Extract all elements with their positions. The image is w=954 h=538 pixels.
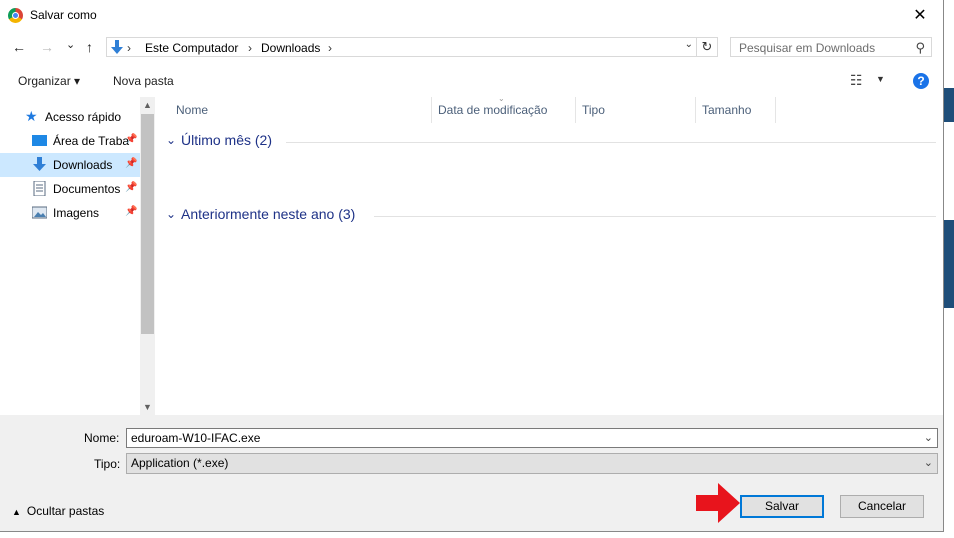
group-divider bbox=[374, 216, 936, 217]
sidebar-item-label: Acesso rápido bbox=[45, 110, 122, 124]
sort-indicator-icon: ⌄ bbox=[498, 94, 505, 103]
sidebar-item-label: Área de Traba bbox=[53, 134, 130, 148]
background-banner-2 bbox=[944, 220, 954, 308]
chevron-up-icon: ▲ bbox=[12, 507, 21, 517]
sidebar-item-label: Downloads bbox=[53, 158, 113, 172]
column-label: Tamanho bbox=[702, 103, 752, 117]
recent-locations-icon[interactable]: ⌄ bbox=[66, 38, 75, 51]
address-bar[interactable]: › Este Computador › Downloads › ⌄ ↻ bbox=[106, 37, 718, 57]
column-label: Tipo bbox=[582, 103, 605, 117]
sidebar-item-documentos[interactable]: Documentos 📌 bbox=[0, 177, 140, 201]
search-icon[interactable]: ⚲ bbox=[915, 40, 925, 56]
column-header-nome[interactable]: Nome bbox=[170, 97, 432, 123]
hide-folders-label: Ocultar pastas bbox=[26, 504, 105, 518]
sidebar-item-imagens[interactable]: Imagens 📌 bbox=[0, 201, 140, 225]
file-type-select[interactable]: Application (*.exe) ⌄ bbox=[126, 453, 938, 474]
back-arrow-icon[interactable]: ← bbox=[12, 39, 26, 55]
breadcrumb-downloads[interactable]: Downloads bbox=[261, 41, 320, 55]
column-header-data[interactable]: ⌄ Data de modificação bbox=[432, 94, 576, 123]
command-toolbar: Organizar ▾ Nova pasta ☷ ▼ ? bbox=[0, 66, 943, 96]
help-icon[interactable]: ? bbox=[913, 73, 929, 89]
forward-arrow-icon[interactable]: → bbox=[40, 39, 54, 55]
column-label: Nome bbox=[176, 103, 209, 117]
scroll-up-icon[interactable]: ▲ bbox=[140, 97, 155, 113]
search-input[interactable]: Pesquisar em Downloads ⚲ bbox=[730, 37, 932, 57]
column-header-tipo[interactable]: Tipo bbox=[576, 97, 696, 123]
refresh-icon[interactable]: ↻ bbox=[696, 38, 717, 56]
download-icon bbox=[33, 157, 46, 171]
sidebar-item-downloads[interactable]: Downloads 📌 bbox=[0, 153, 140, 177]
pin-icon[interactable]: 📌 bbox=[125, 206, 137, 217]
window-title: Salvar como bbox=[30, 8, 97, 22]
sidebar-item-acesso-rapido[interactable]: ★ Acesso rápido bbox=[0, 105, 140, 129]
file-name-value: eduroam-W10-IFAC.exe bbox=[131, 431, 261, 445]
column-header-tamanho[interactable]: Tamanho bbox=[696, 97, 776, 123]
chevron-down-icon[interactable]: ⌄ bbox=[166, 207, 176, 221]
column-label: Data de modificação bbox=[438, 103, 548, 117]
breadcrumb-separator: › bbox=[248, 41, 252, 55]
file-list: Nome ⌄ Data de modificação Tipo Tamanho … bbox=[160, 94, 943, 415]
red-arrow-annotation-icon bbox=[696, 483, 740, 523]
image-icon bbox=[32, 206, 47, 219]
file-type-value: Application (*.exe) bbox=[131, 456, 229, 470]
search-placeholder: Pesquisar em Downloads bbox=[739, 41, 876, 55]
sidebar-item-area-de-trabalho[interactable]: Área de Traba 📌 bbox=[0, 129, 140, 153]
chevron-down-icon[interactable]: ⌄ bbox=[685, 39, 693, 50]
sidebar-item-label: Documentos bbox=[53, 182, 121, 196]
chevron-down-icon[interactable]: ⌄ bbox=[924, 431, 933, 444]
group-label: Último mês (2) bbox=[181, 132, 273, 148]
view-dropdown-icon[interactable]: ▼ bbox=[876, 74, 885, 84]
scrollbar-thumb[interactable] bbox=[141, 114, 154, 334]
background-banner bbox=[944, 88, 954, 122]
navigation-pane: ★ Acesso rápido Área de Traba 📌 Download… bbox=[0, 97, 155, 415]
file-name-field[interactable]: eduroam-W10-IFAC.exe ⌄ bbox=[126, 428, 938, 448]
pin-icon[interactable]: 📌 bbox=[125, 158, 137, 169]
group-divider bbox=[286, 142, 936, 143]
chevron-down-icon[interactable]: ⌄ bbox=[166, 133, 176, 147]
up-arrow-icon[interactable]: ↑ bbox=[86, 39, 93, 55]
name-label: Nome: bbox=[84, 431, 120, 445]
background-webpage bbox=[944, 0, 954, 538]
organize-button[interactable]: Organizar ▾ bbox=[18, 74, 80, 88]
close-button[interactable]: ✕ bbox=[897, 0, 943, 31]
hide-folders-toggle[interactable]: ▲ Ocultar pastas bbox=[12, 504, 104, 518]
scroll-down-icon[interactable]: ▼ bbox=[140, 399, 155, 415]
sidebar-item-label: Imagens bbox=[53, 206, 100, 220]
cancel-button[interactable]: Cancelar bbox=[840, 495, 924, 518]
chrome-icon bbox=[8, 8, 23, 23]
breadcrumb-separator: › bbox=[127, 41, 131, 55]
breadcrumb-separator: › bbox=[328, 41, 332, 55]
view-options-icon[interactable]: ☷ bbox=[850, 72, 863, 89]
chevron-down-icon[interactable]: ⌄ bbox=[924, 456, 933, 469]
save-as-dialog: Salvar como ✕ ← → ⌄ ↑ › Este Computador … bbox=[0, 0, 944, 532]
breadcrumb-este-computador[interactable]: Este Computador bbox=[145, 41, 238, 55]
download-folder-icon bbox=[111, 40, 123, 54]
save-button[interactable]: Salvar bbox=[740, 495, 824, 518]
pin-icon[interactable]: 📌 bbox=[125, 182, 137, 193]
type-label: Tipo: bbox=[94, 457, 121, 471]
save-options-panel: Nome: eduroam-W10-IFAC.exe ⌄ Tipo: Appli… bbox=[0, 415, 943, 531]
document-icon bbox=[33, 181, 46, 196]
group-label: Anteriormente neste ano (3) bbox=[181, 206, 356, 222]
new-folder-button[interactable]: Nova pasta bbox=[113, 74, 174, 88]
pin-icon[interactable]: 📌 bbox=[125, 134, 137, 145]
title-bar: Salvar como ✕ bbox=[0, 0, 943, 31]
sidebar-scrollbar[interactable]: ▲ ▼ bbox=[140, 97, 155, 415]
star-icon: ★ bbox=[25, 108, 38, 124]
desktop-icon bbox=[32, 135, 47, 146]
group-header-ultimo-mes[interactable]: ⌄ Último mês (2) bbox=[166, 132, 936, 152]
group-header-anteriormente[interactable]: ⌄ Anteriormente neste ano (3) bbox=[166, 206, 936, 226]
